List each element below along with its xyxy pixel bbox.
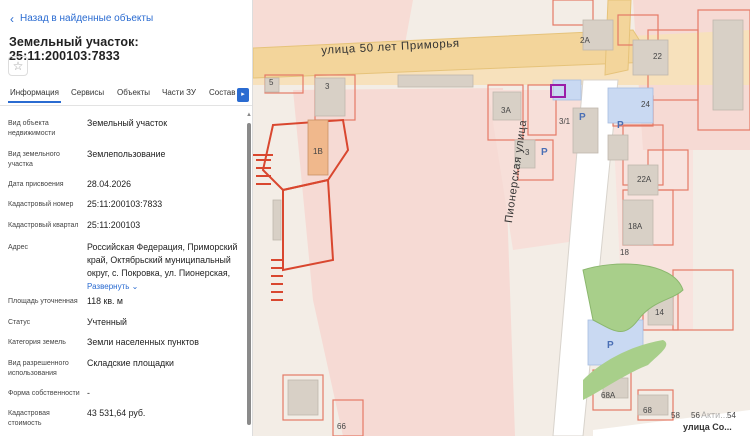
attribute-value: 43 531,64 руб.: [87, 408, 146, 418]
tab-services[interactable]: Сервисы: [71, 88, 104, 97]
attribute-value: 118 кв. м: [87, 296, 123, 306]
house-number: 3: [325, 82, 330, 91]
attribute-value: Учтенный: [87, 317, 127, 327]
attribute-label: Кадастровая стоимость: [8, 410, 50, 427]
object-info-panel: ‹ Назад в найденные объекты Земельный уч…: [0, 0, 253, 436]
chevron-down-icon: ⌄: [131, 282, 139, 291]
house-number: 68А: [601, 391, 616, 400]
house-number: 58: [671, 411, 680, 420]
house-number: 18: [620, 248, 629, 257]
tabs-next-button[interactable]: ▸: [237, 88, 249, 102]
tab-parcel-parts[interactable]: Части ЗУ: [162, 88, 196, 97]
attribute-value: Российская Федерация, Приморский край, О…: [87, 241, 242, 293]
star-icon: ☆: [12, 59, 24, 73]
attribute-label: Площадь уточненная: [8, 298, 78, 305]
attribute-label: Адрес: [8, 244, 29, 251]
attribute-value: Земельный участок: [87, 118, 168, 128]
house-number: 68: [643, 406, 652, 415]
map-labels: 5 3 2А 22 3А 3/1 24 1В 3 22А 18А 18 14 6…: [253, 0, 750, 436]
attribute-label: Вид разрешенного использования: [8, 360, 69, 377]
tab-bar: Информация Сервисы Объекты Части ЗУ Сост…: [0, 84, 252, 106]
house-number: 5: [269, 78, 274, 87]
back-link-label: Назад в найденные объекты: [20, 13, 154, 24]
house-number: 3/1: [559, 117, 571, 126]
favorite-star-button[interactable]: ☆: [8, 56, 28, 76]
page-title: Земельный участок: 25:11:200103:7833: [9, 35, 139, 63]
attribute-label: Кадастровый номер: [8, 201, 74, 208]
house-number: 66: [337, 422, 346, 431]
address-text: Российская Федерация, Приморский край, О…: [87, 242, 238, 278]
house-number: 1В: [313, 147, 323, 156]
house-number: 22: [653, 52, 662, 61]
chevron-right-icon: ▸: [241, 91, 245, 98]
expand-address-link[interactable]: Развернуть ⌄: [87, 282, 138, 291]
cadastral-map[interactable]: P P P P улица 50 лет Приморья Пионерская…: [253, 0, 750, 436]
attribute-label: Вид объекта недвижимости: [8, 120, 56, 137]
house-number: 24: [641, 100, 650, 109]
house-number: 14: [655, 308, 664, 317]
attribute-value: 25:11:200103:7833: [87, 199, 163, 209]
house-number: 3: [525, 148, 530, 157]
tab-composition[interactable]: Состав: [209, 88, 236, 97]
tab-objects[interactable]: Объекты: [117, 88, 150, 97]
house-number: 56: [691, 411, 700, 420]
scroll-up-arrow-icon[interactable]: ▲: [246, 112, 252, 118]
house-number: 18А: [628, 222, 643, 231]
tab-info[interactable]: Информация: [8, 88, 61, 103]
attribute-value: Землепользование: [87, 149, 166, 159]
house-number: 3А: [501, 106, 511, 115]
watermark-text: Акти...: [701, 410, 728, 420]
attribute-label: Форма собственности: [8, 390, 80, 397]
attribute-label: Дата присвоения: [8, 181, 64, 188]
back-to-results-link[interactable]: ‹ Назад в найденные объекты: [10, 11, 154, 26]
house-number: 2А: [580, 36, 590, 45]
attribute-value: 25:11:200103: [87, 220, 141, 230]
attribute-label: Категория земель: [8, 339, 66, 346]
house-number: 22А: [637, 175, 652, 184]
house-number: 54: [727, 411, 736, 420]
attribute-label: Кадастровый квартал: [8, 222, 79, 229]
attribute-label: Вид земельного участка: [8, 151, 60, 168]
attribute-label: Статус: [8, 319, 31, 326]
expand-label: Развернуть: [87, 282, 130, 291]
chevron-left-icon: ‹: [10, 11, 14, 26]
attribute-value: 28.04.2026: [87, 179, 132, 189]
attribute-value: Складские площадки: [87, 358, 174, 368]
attribute-value: Земли населенных пунктов: [87, 337, 199, 347]
panel-scrollbar[interactable]: [247, 123, 251, 425]
attribute-value: -: [87, 388, 90, 398]
